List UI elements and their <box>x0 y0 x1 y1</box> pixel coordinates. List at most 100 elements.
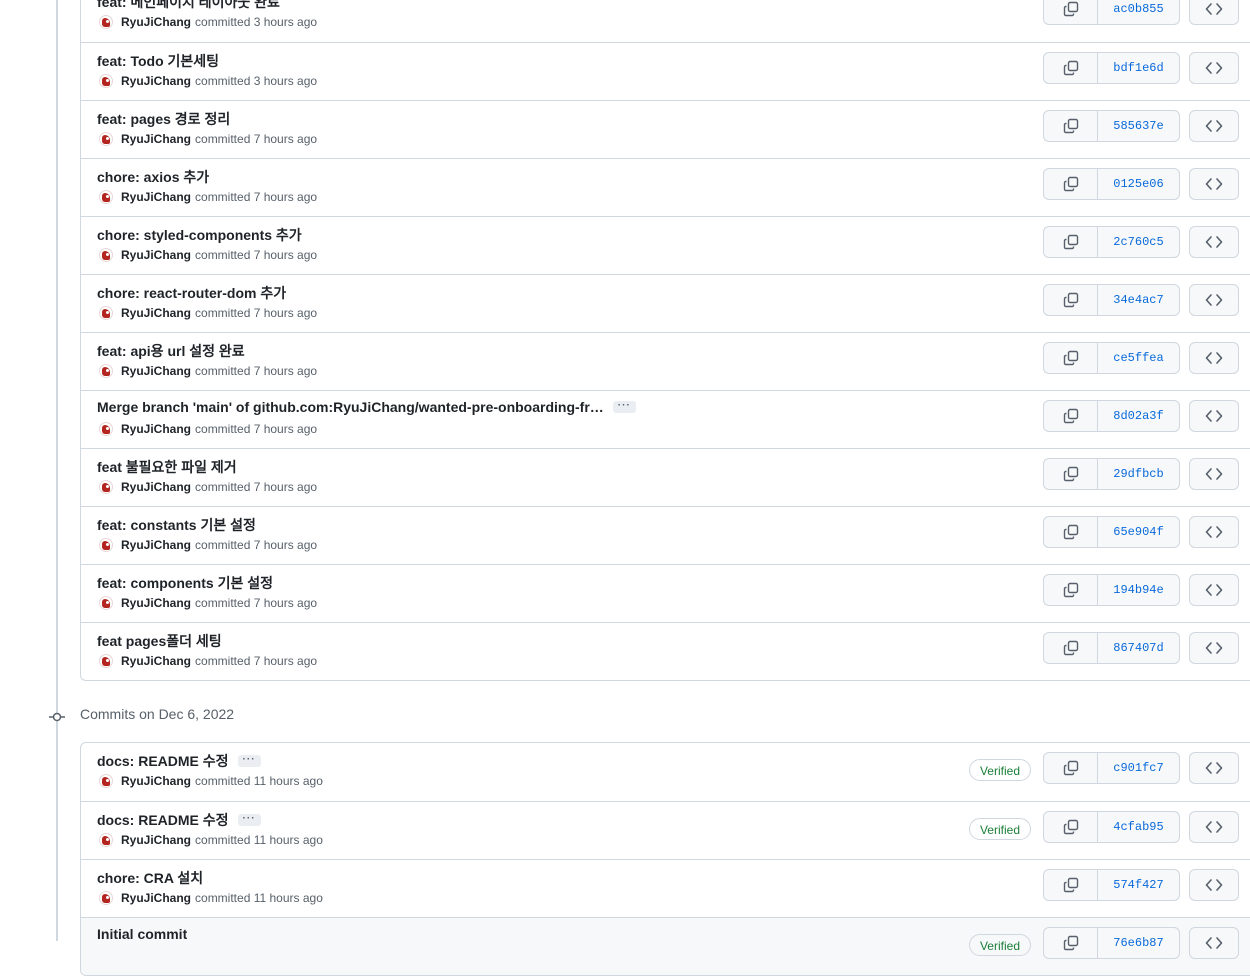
copy-sha-button[interactable] <box>1044 285 1098 315</box>
avatar[interactable] <box>99 480 113 494</box>
copy-sha-button[interactable] <box>1044 459 1098 489</box>
browse-repo-button[interactable] <box>1189 632 1239 664</box>
commit-title-link[interactable]: docs: README 수정 <box>97 751 229 771</box>
expand-message-button[interactable]: ··· <box>237 755 261 767</box>
commit-sha-link[interactable]: ce5ffea <box>1098 343 1179 373</box>
commit-title-link[interactable]: feat: api용 url 설정 완료 <box>97 341 245 361</box>
commit-title-link[interactable]: feat: Todo 기본세팅 <box>97 51 219 71</box>
commit-title-link[interactable]: chore: styled-components 추가 <box>97 225 302 245</box>
commit-sha-link[interactable]: ac0b855 <box>1098 0 1179 24</box>
commit-sha-link[interactable]: c901fc7 <box>1098 753 1179 783</box>
commit-sha-link[interactable]: 34e4ac7 <box>1098 285 1179 315</box>
avatar[interactable] <box>99 654 113 668</box>
commit-author-link[interactable]: RyuJiChang <box>121 422 191 436</box>
avatar[interactable] <box>99 15 113 29</box>
avatar[interactable] <box>99 833 113 847</box>
commit-sha-link[interactable]: 65e904f <box>1098 517 1179 547</box>
commit-author-link[interactable]: RyuJiChang <box>121 654 191 668</box>
verified-badge[interactable]: Verified <box>968 934 1031 956</box>
commit-title-link[interactable]: feat: 메인페이지 레이아웃 완료 <box>97 0 280 12</box>
browse-repo-button[interactable] <box>1189 811 1239 843</box>
commit-sha-link[interactable]: 585637e <box>1098 111 1179 141</box>
browse-repo-button[interactable] <box>1189 342 1239 374</box>
browse-repo-button[interactable] <box>1189 0 1239 25</box>
copy-sha-button[interactable] <box>1044 517 1098 547</box>
copy-sha-button[interactable] <box>1044 0 1098 24</box>
commit-title-link[interactable]: chore: axios 추가 <box>97 167 209 187</box>
commit-author-link[interactable]: RyuJiChang <box>121 364 191 378</box>
expand-message-button[interactable]: ··· <box>237 814 261 826</box>
commit-title-link[interactable]: feat 불필요한 파일 제거 <box>97 457 237 477</box>
copy-sha-button[interactable] <box>1044 928 1098 958</box>
avatar[interactable] <box>99 364 113 378</box>
copy-sha-button[interactable] <box>1044 169 1098 199</box>
commit-sha-link[interactable]: 2c760c5 <box>1098 227 1179 257</box>
browse-repo-button[interactable] <box>1189 574 1239 606</box>
commit-title-link[interactable]: Merge branch 'main' of github.com:RyuJiC… <box>97 399 604 415</box>
commit-title-link[interactable]: Initial commit <box>97 926 187 942</box>
avatar[interactable] <box>99 74 113 88</box>
avatar[interactable] <box>99 190 113 204</box>
commit-title-link[interactable]: feat: components 기본 설정 <box>97 573 273 593</box>
browse-repo-button[interactable] <box>1189 110 1239 142</box>
commit-title-link[interactable]: docs: README 수정 <box>97 810 229 830</box>
commit-title-link[interactable]: chore: CRA 설치 <box>97 868 203 888</box>
copy-sha-button[interactable] <box>1044 812 1098 842</box>
commit-sha-link[interactable]: 8d02a3f <box>1098 401 1179 431</box>
commit-title-link[interactable]: feat pages폴더 세팅 <box>97 631 222 651</box>
browse-repo-button[interactable] <box>1189 516 1239 548</box>
commit-author-link[interactable]: RyuJiChang <box>121 190 191 204</box>
browse-repo-button[interactable] <box>1189 284 1239 316</box>
commit-sha-link[interactable]: 574f427 <box>1098 870 1179 900</box>
commit-sha-link[interactable]: 76e6b87 <box>1098 928 1179 958</box>
copy-sha-button[interactable] <box>1044 401 1098 431</box>
commit-author-link[interactable]: RyuJiChang <box>121 833 191 847</box>
avatar[interactable] <box>99 132 113 146</box>
browse-repo-button[interactable] <box>1189 458 1239 490</box>
verified-badge[interactable]: Verified <box>968 818 1031 840</box>
verified-badge[interactable]: Verified <box>968 759 1031 781</box>
commit-sha-link[interactable]: 4cfab95 <box>1098 812 1179 842</box>
commit-sha-link[interactable]: 867407d <box>1098 633 1179 663</box>
commit-title-link[interactable]: chore: react-router-dom 추가 <box>97 283 286 303</box>
avatar[interactable] <box>99 596 113 610</box>
copy-sha-button[interactable] <box>1044 53 1098 83</box>
commit-author-link[interactable]: RyuJiChang <box>121 15 191 29</box>
browse-repo-button[interactable] <box>1189 752 1239 784</box>
copy-sha-button[interactable] <box>1044 227 1098 257</box>
commit-author-link[interactable]: RyuJiChang <box>121 480 191 494</box>
commit-author-link[interactable]: RyuJiChang <box>121 891 191 905</box>
copy-sha-button[interactable] <box>1044 575 1098 605</box>
commit-author-link[interactable]: RyuJiChang <box>121 774 191 788</box>
browse-repo-button[interactable] <box>1189 226 1239 258</box>
expand-message-button[interactable]: ··· <box>612 401 636 413</box>
avatar[interactable] <box>99 891 113 905</box>
commit-author-link[interactable]: RyuJiChang <box>121 596 191 610</box>
browse-repo-button[interactable] <box>1189 400 1239 432</box>
avatar[interactable] <box>99 774 113 788</box>
copy-sha-button[interactable] <box>1044 633 1098 663</box>
browse-repo-button[interactable] <box>1189 52 1239 84</box>
browse-repo-button[interactable] <box>1189 869 1239 901</box>
commit-title-link[interactable]: feat: pages 경로 정리 <box>97 109 230 129</box>
commit-author-link[interactable]: RyuJiChang <box>121 74 191 88</box>
commit-sha-link[interactable]: 29dfbcb <box>1098 459 1179 489</box>
copy-sha-button[interactable] <box>1044 870 1098 900</box>
copy-sha-button[interactable] <box>1044 753 1098 783</box>
browse-repo-button[interactable] <box>1189 168 1239 200</box>
commit-author-link[interactable]: RyuJiChang <box>121 306 191 320</box>
commit-sha-link[interactable]: bdf1e6d <box>1098 53 1179 83</box>
browse-repo-button[interactable] <box>1189 927 1239 959</box>
commit-title-link[interactable]: feat: constants 기본 설정 <box>97 515 256 535</box>
copy-sha-button[interactable] <box>1044 111 1098 141</box>
avatar[interactable] <box>99 538 113 552</box>
avatar[interactable] <box>99 306 113 320</box>
commit-author-link[interactable]: RyuJiChang <box>121 248 191 262</box>
copy-sha-button[interactable] <box>1044 343 1098 373</box>
commit-sha-link[interactable]: 0125e06 <box>1098 169 1179 199</box>
commit-sha-link[interactable]: 194b94e <box>1098 575 1179 605</box>
avatar[interactable] <box>99 248 113 262</box>
avatar[interactable] <box>99 422 113 436</box>
commit-author-link[interactable]: RyuJiChang <box>121 132 191 146</box>
commit-author-link[interactable]: RyuJiChang <box>121 538 191 552</box>
